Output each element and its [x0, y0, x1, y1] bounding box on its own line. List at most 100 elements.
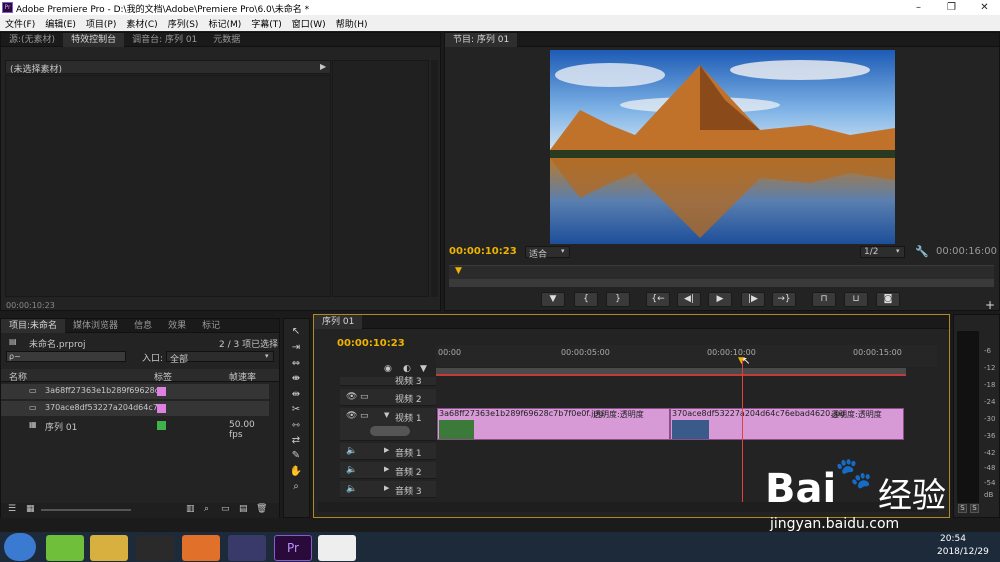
timeline-timecode[interactable]: 00:00:10:23 — [337, 338, 405, 349]
track-header-a2[interactable]: 🔈 ▶ 音频 2 — [340, 462, 436, 479]
mark-out-button[interactable]: } — [606, 292, 630, 307]
lock-icon[interactable]: ▭ — [360, 392, 369, 402]
start-button[interactable] — [4, 533, 36, 561]
linked-selection-icon[interactable]: ◐ — [403, 364, 411, 374]
video-clip[interactable]: 370ace8df53227a204d64c76ebad4620.jpg 透明度… — [670, 408, 904, 440]
hand-tool-icon[interactable]: ✋ — [289, 465, 303, 478]
go-to-in-button[interactable]: {← — [646, 292, 670, 307]
pen-tool-icon[interactable]: ✎ — [289, 449, 303, 462]
program-zoom-bar[interactable] — [449, 279, 994, 287]
mark-in-button[interactable]: { — [574, 292, 598, 307]
fit-dropdown[interactable]: 适合 ▾ — [525, 246, 570, 260]
column-name[interactable]: 名称 — [9, 370, 27, 383]
slip-tool-icon[interactable]: ⇿ — [289, 419, 303, 432]
tab-effects[interactable]: 效果 — [160, 319, 194, 333]
speaker-icon[interactable]: 🔈 — [346, 465, 357, 475]
media-app-icon[interactable] — [228, 535, 266, 561]
resolution-dropdown[interactable]: 1/2 ▾ — [860, 246, 905, 258]
selection-tool-icon[interactable]: ↖ — [289, 325, 303, 338]
wrench-icon[interactable]: 🔧 — [915, 245, 929, 258]
rolling-edit-tool-icon[interactable]: ⇼ — [289, 372, 303, 385]
ripple-edit-tool-icon[interactable]: ⇔ — [289, 357, 303, 370]
track-header-a1[interactable]: 🔈 ▶ 音频 1 — [340, 443, 436, 460]
speaker-icon[interactable]: 🔈 — [346, 484, 357, 494]
minimize-button[interactable]: – — [902, 0, 935, 15]
project-item[interactable]: ▦ 序列 01 50.00 fps — [1, 418, 269, 440]
chevron-right-icon[interactable]: ▶ — [384, 484, 389, 492]
green-app-icon[interactable] — [46, 535, 84, 561]
extract-button[interactable]: ⊔ — [844, 292, 868, 307]
zoom-tool-icon[interactable]: ⌕ — [289, 480, 303, 493]
tab-audio-mixer[interactable]: 调音台: 序列 01 — [124, 33, 205, 47]
lock-icon[interactable]: ▭ — [360, 411, 369, 421]
in-point-dropdown[interactable]: 全部 ▾ — [166, 351, 274, 365]
menu-sequence[interactable]: 序列(S) — [163, 17, 204, 30]
menu-clip[interactable]: 素材(C) — [121, 17, 162, 30]
chevron-down-icon[interactable]: ▼ — [384, 411, 389, 419]
firefox-icon[interactable] — [182, 535, 220, 561]
tab-program[interactable]: 节目: 序列 01 — [445, 32, 518, 47]
keyframe-toggle[interactable] — [370, 426, 410, 436]
maximize-button[interactable]: ❐ — [935, 0, 968, 15]
menu-help[interactable]: 帮助(H) — [331, 17, 373, 30]
speaker-icon[interactable]: 🔈 — [346, 446, 357, 456]
eye-icon[interactable]: 👁 — [346, 392, 357, 402]
chevron-right-icon[interactable]: ▶ — [384, 465, 389, 473]
column-label[interactable]: 标签 — [154, 370, 172, 383]
tab-media-browser[interactable]: 媒体浏览器 — [65, 319, 126, 333]
menu-title[interactable]: 字幕(T) — [246, 17, 287, 30]
tab-source[interactable]: 源:(无素材) — [1, 33, 63, 47]
video-clip[interactable]: 3a68ff27363e1b289f69628c7b7f0e0f.jpg 透明度… — [437, 408, 670, 440]
vertical-scrollbar[interactable] — [431, 60, 438, 297]
tab-info[interactable]: 信息 — [126, 319, 160, 333]
menu-file[interactable]: 文件(F) — [0, 17, 40, 30]
find-icon[interactable]: ⌕ — [204, 504, 209, 514]
program-current-timecode[interactable]: 00:00:10:23 — [449, 246, 517, 257]
premiere-taskbar-icon[interactable]: Pr — [274, 535, 312, 561]
zoom-slider[interactable] — [41, 509, 131, 511]
playhead-marker-icon[interactable]: ▼ — [455, 266, 462, 276]
add-marker-icon[interactable]: ▼ — [420, 364, 427, 374]
snap-icon[interactable]: ◉ — [384, 364, 392, 374]
column-frame-rate[interactable]: 帧速率 — [229, 370, 256, 383]
close-button[interactable]: ✕ — [968, 0, 1000, 15]
project-item[interactable]: ▭ 370ace8df53227a204d64c7 — [1, 401, 269, 416]
file-explorer-icon[interactable] — [90, 535, 128, 561]
play-arrow-icon[interactable]: ▶ — [320, 62, 326, 71]
razor-tool-icon[interactable]: ✂ — [289, 403, 303, 416]
new-bin-icon[interactable]: ▭ — [221, 504, 230, 514]
menu-edit[interactable]: 编辑(E) — [40, 17, 81, 30]
export-frame-button[interactable]: ◙ — [876, 292, 900, 307]
menu-project[interactable]: 项目(P) — [81, 17, 121, 30]
trash-icon[interactable]: 🗑 — [256, 504, 267, 514]
eye-icon[interactable]: 👁 — [346, 411, 357, 421]
search-input[interactable]: ρ~ — [6, 351, 126, 362]
rate-stretch-tool-icon[interactable]: ⇹ — [289, 388, 303, 401]
track-select-tool-icon[interactable]: ⇥ — [289, 341, 303, 354]
add-marker-button[interactable]: ▼ — [541, 292, 565, 307]
icon-view-icon[interactable]: ▦ — [26, 504, 35, 514]
tab-metadata[interactable]: 元数据 — [205, 33, 248, 47]
project-item[interactable]: ▭ 3a68ff27363e1b289f69628c — [1, 384, 269, 399]
tab-markers[interactable]: 标记 — [194, 319, 228, 333]
play-button[interactable]: ▶ — [708, 292, 732, 307]
chevron-right-icon[interactable]: ▶ — [384, 446, 389, 454]
step-forward-button[interactable]: |▶ — [741, 292, 765, 307]
tab-sequence[interactable]: 序列 01 — [314, 314, 363, 329]
lift-button[interactable]: ⊓ — [812, 292, 836, 307]
work-area-bar[interactable] — [436, 368, 906, 376]
add-button-icon[interactable]: + — [985, 298, 995, 312]
go-to-out-button[interactable]: →} — [772, 292, 796, 307]
qq-icon[interactable] — [136, 535, 174, 561]
track-header-v1[interactable]: 👁 ▭ ▼ 视频 1 — [340, 408, 436, 441]
automate-icon[interactable]: ▥ — [186, 504, 195, 514]
slide-tool-icon[interactable]: ⇄ — [289, 434, 303, 447]
program-time-ruler[interactable] — [449, 265, 994, 279]
tab-project[interactable]: 项目:未命名 — [1, 318, 66, 333]
track-header-a3[interactable]: 🔈 ▶ 音频 3 — [340, 481, 436, 498]
menu-window[interactable]: 窗口(W) — [287, 17, 331, 30]
new-item-icon[interactable]: ▤ — [239, 504, 248, 514]
track-header-v2[interactable]: 👁 ▭ 视频 2 — [340, 389, 436, 406]
track-header-v3[interactable]: 视频 3 — [340, 377, 436, 387]
record-icon[interactable] — [318, 535, 356, 561]
